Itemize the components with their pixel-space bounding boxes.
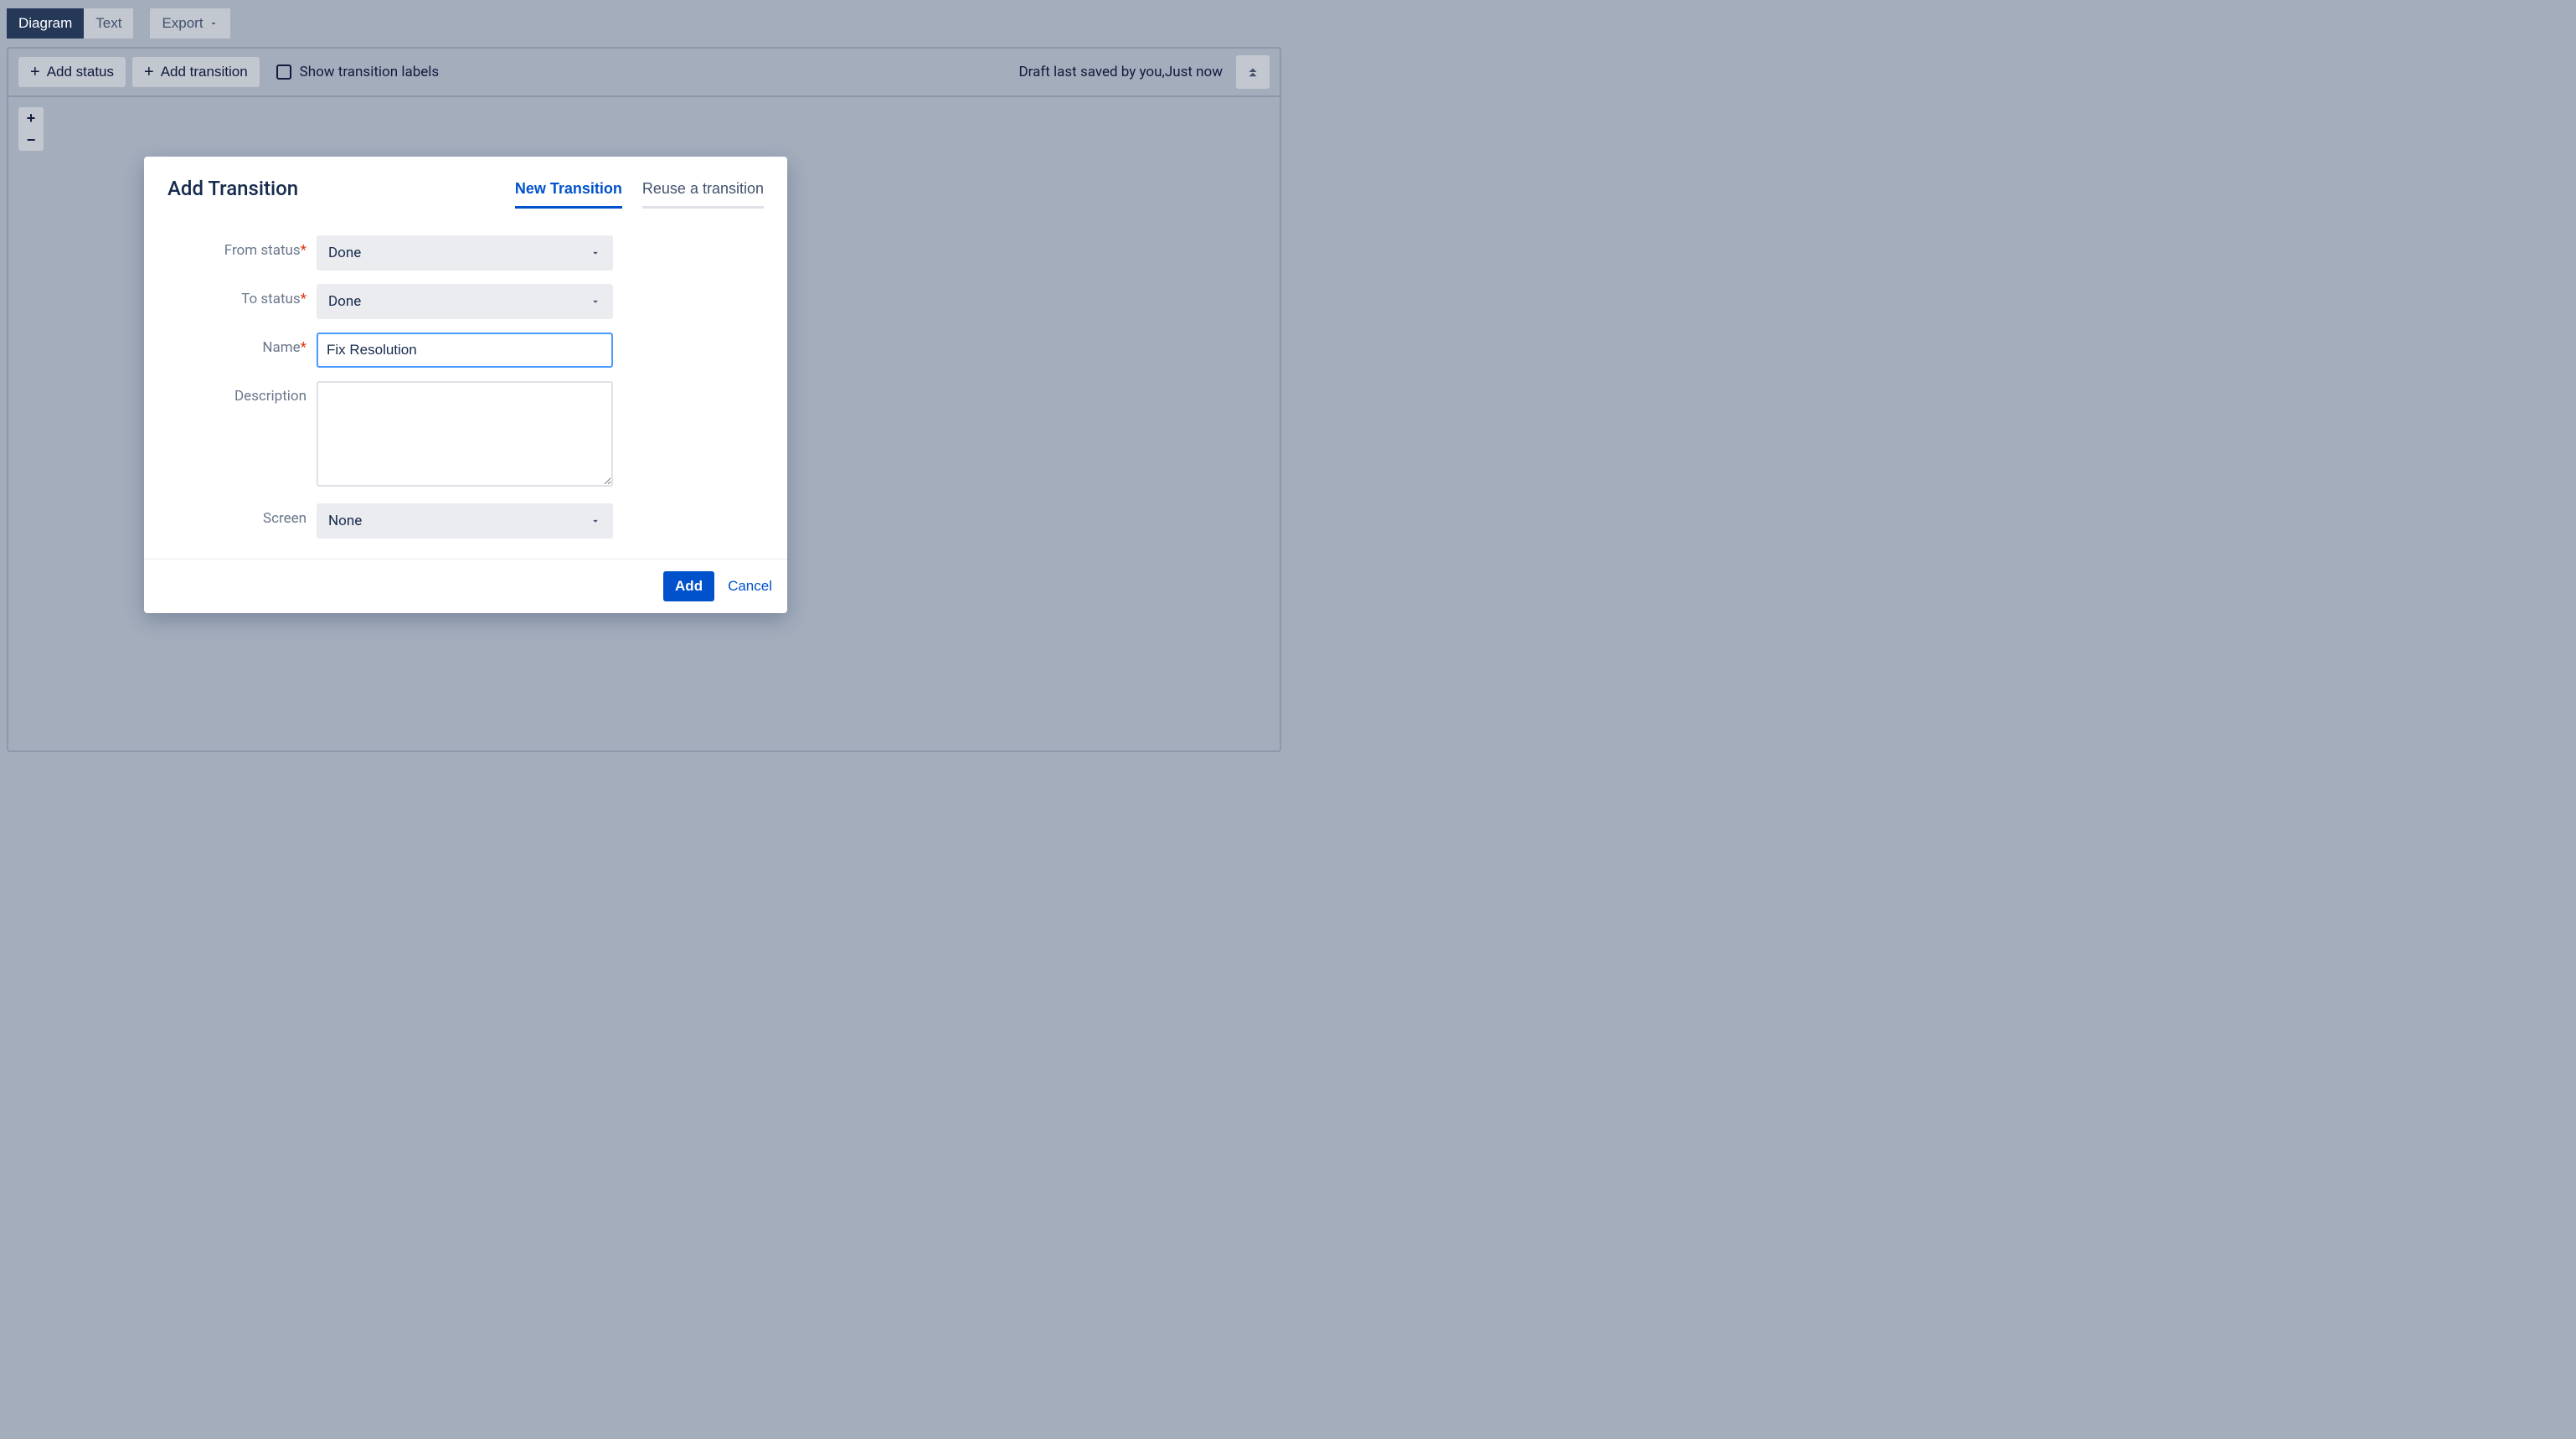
name-row: Name* bbox=[167, 333, 764, 368]
from-status-value: Done bbox=[328, 245, 361, 261]
double-chevron-up-icon bbox=[1245, 64, 1260, 80]
screen-value: None bbox=[328, 513, 362, 529]
chevron-down-icon bbox=[590, 247, 601, 259]
export-label: Export bbox=[162, 15, 203, 32]
zoom-controls: + − bbox=[18, 107, 44, 151]
chevron-down-icon bbox=[209, 18, 219, 28]
tab-text[interactable]: Text bbox=[84, 8, 133, 39]
from-status-select[interactable]: Done bbox=[317, 235, 613, 271]
checkbox-icon bbox=[276, 64, 291, 80]
show-transition-labels-toggle[interactable]: Show transition labels bbox=[276, 64, 440, 80]
modal-tabs: New Transition Reuse a transition bbox=[515, 177, 764, 209]
add-transition-modal: Add Transition New Transition Reuse a tr… bbox=[144, 157, 787, 613]
description-row: Description bbox=[167, 381, 764, 490]
chevron-down-icon bbox=[590, 515, 601, 527]
screen-select[interactable]: None bbox=[317, 503, 613, 539]
save-status-text: Draft last saved by you,Just now bbox=[1018, 64, 1223, 80]
view-tab-group: Diagram Text bbox=[7, 8, 133, 39]
to-status-value: Done bbox=[328, 293, 361, 310]
add-button[interactable]: Add bbox=[663, 571, 714, 601]
zoom-in-button[interactable]: + bbox=[18, 107, 44, 129]
name-label: Name* bbox=[167, 333, 317, 356]
cancel-button[interactable]: Cancel bbox=[724, 571, 775, 601]
name-input[interactable] bbox=[317, 333, 613, 368]
modal-footer: Add Cancel bbox=[144, 559, 787, 613]
top-toolbar: Diagram Text Export bbox=[0, 0, 1288, 47]
zoom-out-button[interactable]: − bbox=[18, 129, 44, 151]
plus-icon: + bbox=[144, 64, 154, 80]
plus-icon: + bbox=[30, 64, 40, 80]
tab-diagram[interactable]: Diagram bbox=[7, 8, 84, 39]
collapse-panel-button[interactable] bbox=[1236, 55, 1270, 89]
tab-new-transition[interactable]: New Transition bbox=[515, 180, 622, 209]
description-label: Description bbox=[167, 381, 317, 405]
description-textarea[interactable] bbox=[317, 381, 613, 487]
export-dropdown[interactable]: Export bbox=[150, 8, 229, 39]
chevron-down-icon bbox=[590, 296, 601, 307]
modal-header: Add Transition New Transition Reuse a tr… bbox=[144, 157, 787, 215]
add-transition-button[interactable]: + Add transition bbox=[132, 57, 260, 87]
to-status-select[interactable]: Done bbox=[317, 284, 613, 319]
from-status-label: From status* bbox=[167, 235, 317, 259]
add-transition-label: Add transition bbox=[161, 64, 248, 80]
tab-reuse-transition[interactable]: Reuse a transition bbox=[642, 180, 764, 209]
modal-title: Add Transition bbox=[167, 177, 298, 200]
screen-label: Screen bbox=[167, 503, 317, 527]
show-transition-labels-label: Show transition labels bbox=[300, 64, 440, 80]
from-status-row: From status* Done bbox=[167, 235, 764, 271]
to-status-label: To status* bbox=[167, 284, 317, 307]
add-status-button[interactable]: + Add status bbox=[18, 57, 126, 87]
panel-header: + Add status + Add transition Show trans… bbox=[8, 49, 1280, 97]
to-status-row: To status* Done bbox=[167, 284, 764, 319]
add-status-label: Add status bbox=[47, 64, 114, 80]
modal-body: From status* Done To status* Done bbox=[144, 215, 787, 559]
screen-row: Screen None bbox=[167, 503, 764, 539]
